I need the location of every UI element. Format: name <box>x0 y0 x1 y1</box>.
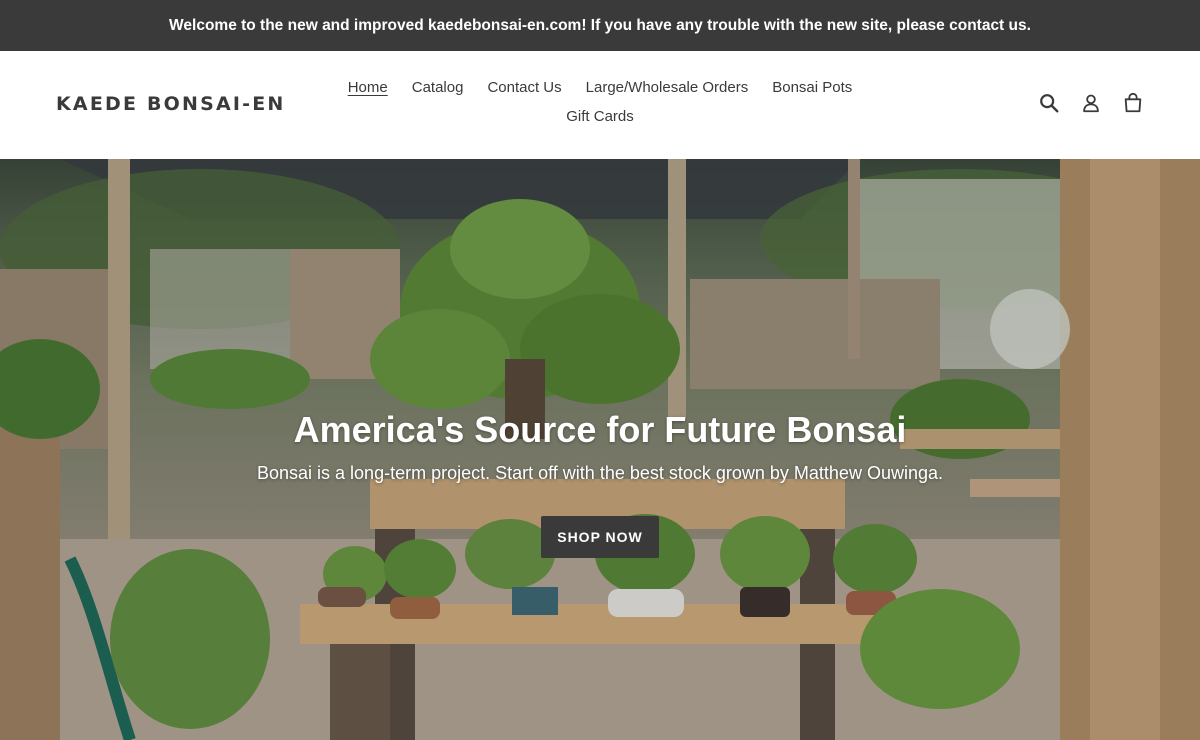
header-icons <box>1038 91 1144 115</box>
nav-item-wholesale-orders[interactable]: Large/Wholesale Orders <box>586 78 749 98</box>
search-button[interactable] <box>1038 91 1060 115</box>
hero-subtitle: Bonsai is a long-term project. Start off… <box>257 463 943 483</box>
announcement-text: Welcome to the new and improved kaedebon… <box>169 16 1031 34</box>
nav-item-gift-cards[interactable]: Gift Cards <box>566 107 634 127</box>
cart-icon <box>1124 92 1142 113</box>
hero-banner: America's Source for Future Bonsai Bonsa… <box>0 159 1200 740</box>
account-button[interactable] <box>1080 91 1102 115</box>
search-icon <box>1040 94 1059 113</box>
account-icon <box>1083 94 1099 113</box>
shop-now-button[interactable]: SHOP NOW <box>541 516 659 558</box>
nav-item-contact-us[interactable]: Contact Us <box>487 78 561 98</box>
nav-item-catalog[interactable]: Catalog <box>412 78 464 98</box>
announcement-bar: Welcome to the new and improved kaedebon… <box>0 0 1200 51</box>
site-header: KAEDE BONSAI-EN Home Catalog Contact Us … <box>0 51 1200 159</box>
cart-button[interactable] <box>1122 91 1144 115</box>
hero-title: America's Source for Future Bonsai <box>293 409 907 450</box>
nav-item-home[interactable]: Home <box>348 78 388 98</box>
nav-item-bonsai-pots[interactable]: Bonsai Pots <box>772 78 852 98</box>
main-nav: Home Catalog Contact Us Large/Wholesale … <box>300 78 900 127</box>
site-logo[interactable]: KAEDE BONSAI-EN <box>56 93 286 115</box>
